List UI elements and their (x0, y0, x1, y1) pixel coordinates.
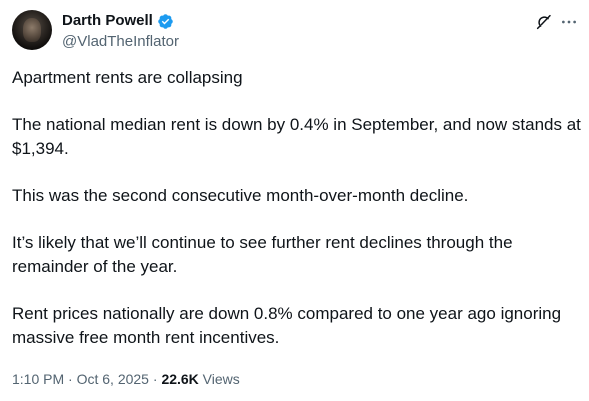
author-display-name[interactable]: Darth Powell (62, 11, 153, 31)
tweet-paragraph-2: The national median rent is down by 0.4%… (12, 115, 581, 158)
views-count[interactable]: 22.6K (161, 371, 198, 387)
tweet-paragraph-1: Apartment rents are collapsing (12, 68, 243, 87)
author-name-row: Darth Powell (62, 11, 174, 31)
tweet-paragraph-5: Rent prices nationally are down 0.8% com… (12, 304, 562, 347)
avatar[interactable] (12, 10, 52, 50)
tweet-time: 1:10 PM (12, 371, 65, 387)
tweet-text: Apartment rents are collapsing The natio… (12, 66, 582, 350)
author-handle[interactable]: @VladTheInflator (62, 32, 179, 52)
tweet-meta: 1:10 PM · Oct 6, 2025 · 22.6K Views (12, 369, 240, 389)
meta-separator: · (64, 371, 77, 387)
grok-icon[interactable] (535, 13, 553, 31)
tweet-timestamp-link[interactable]: 1:10 PM · Oct 6, 2025 (12, 371, 149, 387)
more-horizontal-icon[interactable] (560, 13, 578, 31)
verified-badge-icon[interactable] (157, 13, 174, 30)
tweet-card: Darth Powell @VladTheInflator Apartment … (0, 0, 589, 401)
tweet-paragraph-4: It’s likely that we’ll continue to see f… (12, 233, 513, 276)
avatar-face (23, 18, 41, 42)
tweet-paragraph-3: This was the second consecutive month-ov… (12, 186, 469, 205)
views-label: Views (198, 371, 240, 387)
meta-separator: · (148, 371, 162, 387)
tweet-date: Oct 6, 2025 (76, 371, 149, 387)
